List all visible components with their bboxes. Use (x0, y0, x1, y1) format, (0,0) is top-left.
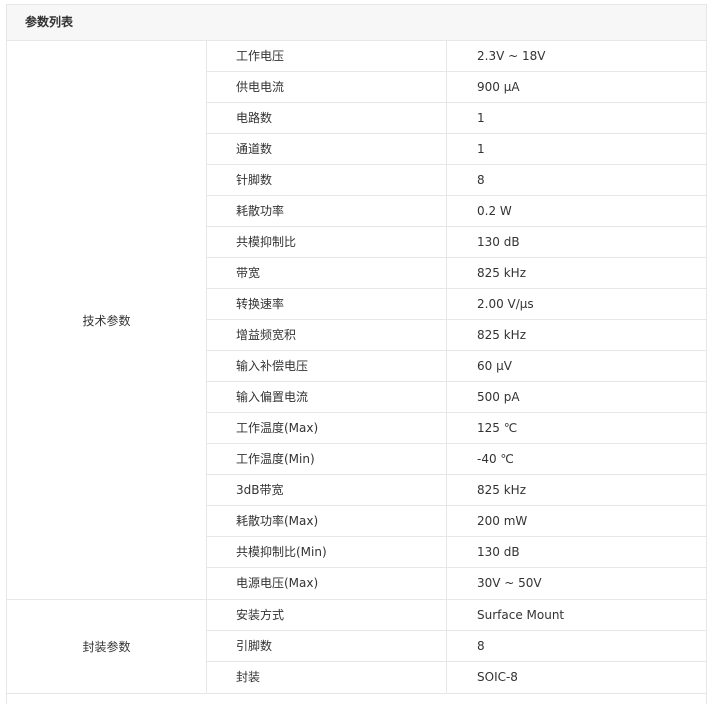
parameter-name: 增益频宽积 (207, 320, 447, 350)
parameter-name: 转换速率 (207, 289, 447, 319)
parameter-name: 工作电压 (207, 41, 447, 71)
parameter-value: Surface Mount (477, 608, 565, 622)
table-row: 供电电流 900 µA (207, 72, 706, 103)
parameter-name: 电源电压(Max) (207, 568, 447, 599)
group-label: 封装参数 (7, 600, 207, 693)
group-label: 技术参数 (7, 41, 207, 599)
parameter-table: 技术参数 工作电压 2.3V ~ 18V 供电电流 900 µA 电路数 1 通道数 1 针脚数 8… (7, 41, 706, 694)
parameter-name: 通道数 (207, 134, 447, 164)
parameter-value: SOIC-8 (477, 670, 518, 684)
parameter-value: 30V ~ 50V (477, 576, 542, 590)
parameter-value: 0.2 W (477, 204, 512, 218)
parameter-name: 耗散功率(Max) (207, 506, 447, 536)
parameter-value: 200 mW (477, 514, 528, 528)
parameter-name: 封装 (207, 662, 447, 693)
parameter-list-panel: 参数列表 技术参数 工作电压 2.3V ~ 18V 供电电流 900 µA 电路数 1 通道数… (6, 4, 707, 704)
parameter-value: -40 ℃ (477, 452, 514, 466)
parameter-value: 130 dB (477, 235, 520, 249)
parameter-name: 共模抑制比 (207, 227, 447, 257)
table-row: 工作温度(Max) 125 ℃ (207, 413, 706, 444)
parameter-group: 封装参数 安装方式 Surface Mount 引脚数 8 封装 SOIC-8 (7, 600, 706, 694)
parameter-name: 耗散功率 (207, 196, 447, 226)
table-row: 通道数 1 (207, 134, 706, 165)
parameter-name: 输入补偿电压 (207, 351, 447, 381)
parameter-name: 针脚数 (207, 165, 447, 195)
parameter-value: 825 kHz (477, 328, 526, 342)
table-row: 耗散功率 0.2 W (207, 196, 706, 227)
parameter-value: 1 (477, 111, 485, 125)
group-rows: 安装方式 Surface Mount 引脚数 8 封装 SOIC-8 (207, 600, 706, 693)
parameter-name: 3dB带宽 (207, 475, 447, 505)
parameter-value: 825 kHz (477, 483, 526, 497)
table-row: 工作温度(Min) -40 ℃ (207, 444, 706, 475)
table-row: 转换速率 2.00 V/µs (207, 289, 706, 320)
parameter-value: 8 (477, 639, 485, 653)
parameter-name: 供电电流 (207, 72, 447, 102)
table-row: 带宽 825 kHz (207, 258, 706, 289)
parameter-name: 安装方式 (207, 600, 447, 630)
table-row: 输入偏置电流 500 pA (207, 382, 706, 413)
parameter-value: 500 pA (477, 390, 520, 404)
table-row: 安装方式 Surface Mount (207, 600, 706, 631)
table-row: 输入补偿电压 60 µV (207, 351, 706, 382)
table-row: 引脚数 8 (207, 631, 706, 662)
table-row: 耗散功率(Max) 200 mW (207, 506, 706, 537)
parameter-name: 电路数 (207, 103, 447, 133)
parameter-value: 2.00 V/µs (477, 297, 534, 311)
parameter-name: 输入偏置电流 (207, 382, 447, 412)
table-row: 针脚数 8 (207, 165, 706, 196)
parameter-value: 900 µA (477, 80, 520, 94)
table-row: 3dB带宽 825 kHz (207, 475, 706, 506)
parameter-name: 工作温度(Min) (207, 444, 447, 474)
table-row: 增益频宽积 825 kHz (207, 320, 706, 351)
table-row: 共模抑制比(Min) 130 dB (207, 537, 706, 568)
parameter-value: 825 kHz (477, 266, 526, 280)
group-rows: 工作电压 2.3V ~ 18V 供电电流 900 µA 电路数 1 通道数 1 针脚数 8 耗散功率… (207, 41, 706, 599)
parameter-value: 130 dB (477, 545, 520, 559)
parameter-group: 技术参数 工作电压 2.3V ~ 18V 供电电流 900 µA 电路数 1 通道数 1 针脚数 8… (7, 41, 706, 600)
parameter-name: 带宽 (207, 258, 447, 288)
parameter-name: 工作温度(Max) (207, 413, 447, 443)
table-row: 工作电压 2.3V ~ 18V (207, 41, 706, 72)
parameter-value: 8 (477, 173, 485, 187)
panel-title: 参数列表 (7, 5, 706, 41)
table-row: 电源电压(Max) 30V ~ 50V (207, 568, 706, 599)
parameter-name: 引脚数 (207, 631, 447, 661)
table-row: 封装 SOIC-8 (207, 662, 706, 693)
parameter-value: 2.3V ~ 18V (477, 49, 546, 63)
table-row: 电路数 1 (207, 103, 706, 134)
parameter-value: 60 µV (477, 359, 512, 373)
parameter-name: 共模抑制比(Min) (207, 537, 447, 567)
parameter-value: 125 ℃ (477, 421, 518, 435)
table-row: 共模抑制比 130 dB (207, 227, 706, 258)
parameter-value: 1 (477, 142, 485, 156)
